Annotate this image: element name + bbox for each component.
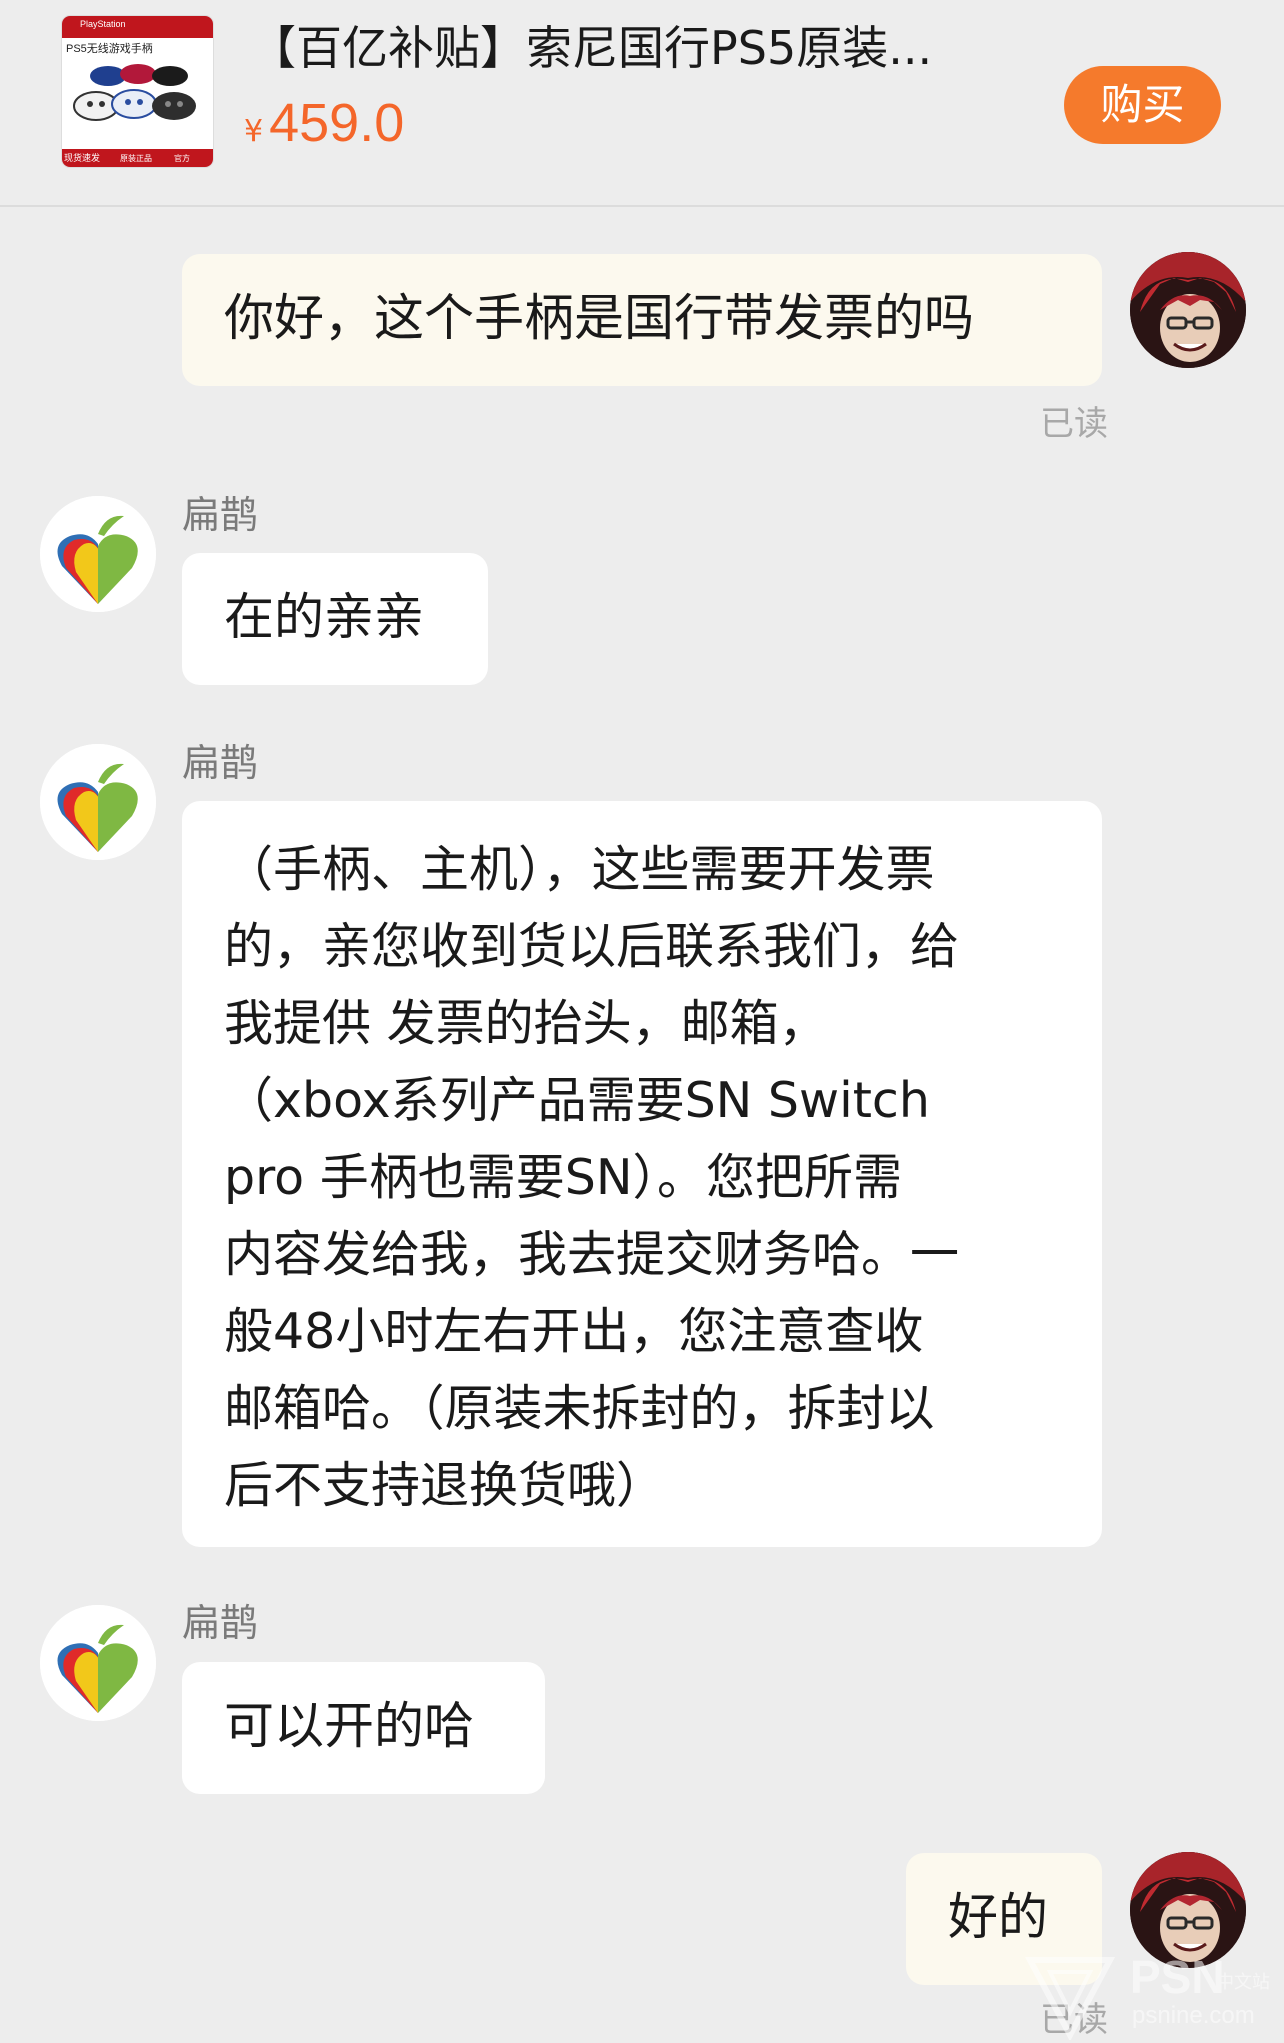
shop-avatar[interactable] bbox=[40, 496, 156, 612]
thumbnail-badge: 现货速发 bbox=[64, 153, 101, 163]
user-avatar[interactable] bbox=[1130, 252, 1246, 368]
product-title[interactable]: 【百亿补贴】索尼国行PS5原装... bbox=[250, 18, 990, 78]
message-bubble-outgoing[interactable]: 你好，这个手柄是国行带发票的吗 bbox=[182, 254, 1102, 386]
shop-logo-icon bbox=[40, 496, 156, 612]
message-line: 的，亲您收到货以后联系我们，给 bbox=[224, 918, 960, 975]
watermark-logo-icon bbox=[1025, 1957, 1115, 2040]
thumbnail-badge: 原装正品 bbox=[120, 154, 152, 163]
user-avatar-image bbox=[1130, 252, 1246, 368]
product-price: ¥459.0 bbox=[244, 88, 404, 171]
shop-logo-icon bbox=[40, 744, 156, 860]
watermark-tag: 中文站 bbox=[1216, 1972, 1270, 1993]
watermark-url: psnine.com bbox=[1132, 2002, 1255, 2029]
shop-avatar[interactable] bbox=[40, 1605, 156, 1721]
thumbnail-title: PS5无线游戏手柄 bbox=[66, 43, 153, 55]
watermark-brand: PSN bbox=[1130, 1951, 1225, 2003]
thumbnail-badge: 官方 bbox=[174, 154, 190, 163]
product-card[interactable]: PlayStation PS5无线游戏手柄 现货速发 原装正品 官方 【百亿补贴… bbox=[0, 0, 1284, 207]
message-line: pro 手柄也需要SN）。您把所需 bbox=[224, 1149, 902, 1206]
sender-name: 扁鹊 bbox=[182, 1601, 259, 1645]
shop-avatar[interactable] bbox=[40, 744, 156, 860]
message-line: 我提供 发票的抬头，邮箱， bbox=[224, 995, 828, 1052]
message-bubble-incoming[interactable]: （手柄、主机），这些需要开发票 的，亲您收到货以后联系我们，给 我提供 发票的抬… bbox=[182, 801, 1102, 1547]
controllers-image bbox=[73, 64, 196, 121]
message-line: 后不支持退换货哦） bbox=[224, 1457, 666, 1514]
product-thumbnail[interactable]: PlayStation PS5无线游戏手柄 现货速发 原装正品 官方 bbox=[62, 16, 213, 167]
currency-symbol: ¥ bbox=[244, 114, 264, 149]
buy-button[interactable]: 购买 bbox=[1064, 66, 1221, 144]
price-value: 459.0 bbox=[269, 93, 405, 153]
shop-logo-icon bbox=[40, 1605, 156, 1721]
message-line: （xbox系列产品需要SN Switch bbox=[224, 1072, 930, 1129]
message-line: 内容发给我，我去提交财务哈。一 bbox=[224, 1226, 960, 1283]
message-bubble-incoming[interactable]: 可以开的哈 bbox=[182, 1662, 545, 1794]
sender-name: 扁鹊 bbox=[182, 741, 259, 785]
message-line: 邮箱哈。（原装未拆封的，拆封以 bbox=[224, 1380, 935, 1437]
thumbnail-brand: PlayStation bbox=[80, 19, 126, 29]
message-line: 般48小时左右开出，您注意查收 bbox=[224, 1303, 924, 1360]
message-line: （手柄、主机），这些需要开发票 bbox=[224, 841, 935, 898]
psnine-watermark: PSN psnine.com 中文站 bbox=[1020, 1950, 1280, 2040]
read-receipt: 已读 bbox=[1040, 404, 1108, 444]
message-bubble-incoming[interactable]: 在的亲亲 bbox=[182, 553, 488, 685]
sender-name: 扁鹊 bbox=[182, 493, 259, 537]
